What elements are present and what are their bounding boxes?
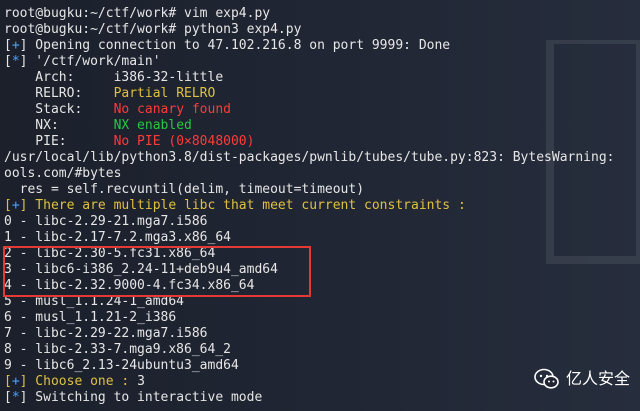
terminal-text: No PIE (0×8048000) xyxy=(113,134,255,149)
terminal-text: /usr/local/lib/python3.8/dist-packages/p… xyxy=(4,150,615,165)
terminal-text: [ xyxy=(4,38,12,53)
terminal-text: root@bugku:~/ctf/work# python3 exp4.py xyxy=(4,22,302,37)
wechat-icon xyxy=(534,368,559,389)
terminal-text: 5 - musl_1.1.24-1_amd64 xyxy=(4,294,185,309)
terminal-text: NX: xyxy=(4,118,114,133)
terminal-text: 7 - libc-2.29-22.mga7.i586 xyxy=(4,326,208,341)
terminal-text: Partial RELRO xyxy=(113,86,216,101)
terminal-text: No canary found xyxy=(113,102,231,117)
terminal-text: 6 - musl_1.1.21-2_i386 xyxy=(4,310,177,325)
terminal-text: 1 - libc-2.17-7.2.mga3.x86_64 xyxy=(4,230,231,245)
terminal-text: 2 - libc-2.30-5.fc31.x86_64 xyxy=(4,246,216,261)
terminal-text: Arch: i386-32-little xyxy=(4,70,224,85)
terminal-text: [ xyxy=(4,54,12,69)
terminal-text: Stack: xyxy=(4,102,114,117)
terminal-text: + xyxy=(11,374,20,389)
terminal-text: [ xyxy=(4,390,12,405)
terminal-text: 4 - libc-2.32.9000-4.fc34.x86_64 xyxy=(4,278,255,293)
terminal-text: 8 - libc-2.33-7.mga9.x86_64_2 xyxy=(4,342,231,357)
terminal-text: 3 - libc6-i386_2.24-11+deb9u4_amd64 xyxy=(4,262,278,277)
terminal-text: res = self.recvuntil(delim, timeout=time… xyxy=(4,182,365,197)
terminal-text: ] Opening connection to 47.102.216.8 on … xyxy=(19,38,451,53)
watermark-text: 亿人安全 xyxy=(565,369,630,388)
terminal-line: 6 - musl_1.1.21-2_i386 xyxy=(0,310,640,326)
terminal-text: ools.com/#bytes xyxy=(4,166,122,181)
terminal-line: [*] Switching to interactive mode xyxy=(0,390,640,406)
terminal-text: PIE: xyxy=(4,134,114,149)
terminal-text: ] '/ctf/work/main' xyxy=(19,54,161,69)
terminal-text: [ xyxy=(4,374,12,389)
terminal-text: * xyxy=(11,54,20,69)
terminal-text: root@bugku:~/ctf/work# vim exp4.py xyxy=(4,6,271,21)
terminal-text: ] There are multiple libc that meet curr… xyxy=(19,198,466,213)
terminal-line: root@bugku:~/ctf/work# python3 exp4.py xyxy=(0,22,640,38)
terminal-text: ] Choose one : xyxy=(19,374,138,389)
terminal-line: 7 - libc-2.29-22.mga7.i586 xyxy=(0,326,640,342)
terminal-line: root@bugku:~/ctf/work# vim exp4.py xyxy=(0,6,640,22)
terminal-text: 9 - libc6_2.13-24ubuntu3_amd64 xyxy=(4,358,239,373)
terminal-text: 3 xyxy=(137,374,145,389)
terminal-window[interactable]: root@bugku:~/ctf/work# vim exp4.py root@b… xyxy=(0,0,640,411)
terminal-text: [ xyxy=(4,198,12,213)
terminal-text: RELRO: xyxy=(4,86,114,101)
terminal-text: 0 - libc-2.29-21.mga7.i586 xyxy=(4,214,208,229)
watermark: 亿人安全 xyxy=(534,368,630,390)
terminal-text: * xyxy=(11,390,20,405)
background-logo-icon xyxy=(546,40,640,264)
terminal-line: 8 - libc-2.33-7.mga9.x86_64_2 xyxy=(0,342,640,358)
terminal-text: + xyxy=(11,198,20,213)
terminal-text: ] Switching to interactive mode xyxy=(19,390,263,405)
terminal-text: + xyxy=(11,38,20,53)
terminal-text: NX enabled xyxy=(113,118,192,133)
